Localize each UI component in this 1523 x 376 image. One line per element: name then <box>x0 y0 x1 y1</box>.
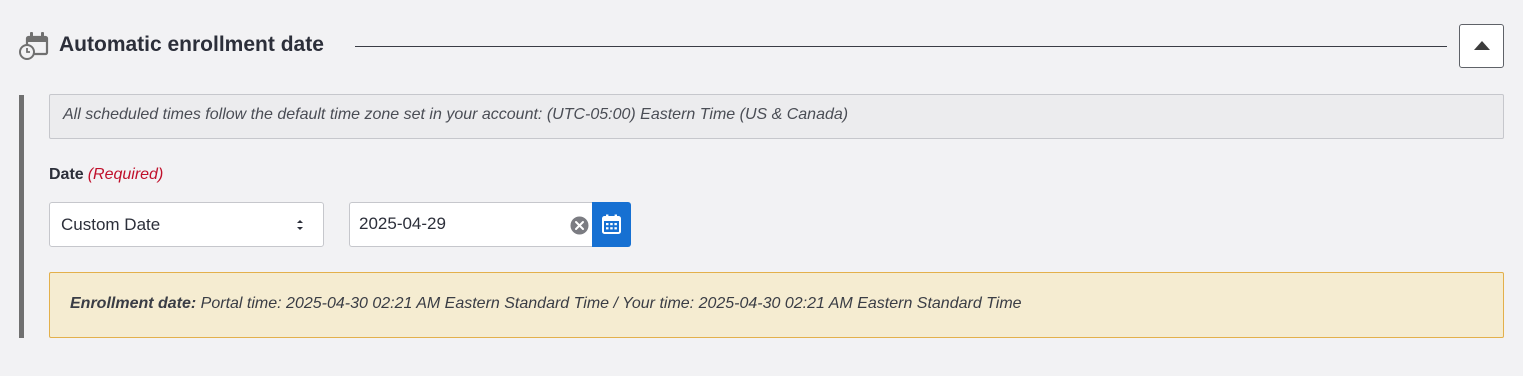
section-title: Automatic enrollment date <box>59 33 324 56</box>
enrollment-notice-text: Portal time: 2025-04-30 02:21 AM Eastern… <box>196 295 1022 312</box>
clear-circle-icon[interactable] <box>570 216 589 235</box>
date-picker-button[interactable] <box>592 202 631 247</box>
date-type-selected-value: Custom Date <box>61 215 161 234</box>
timezone-notice: All scheduled times follow the default t… <box>49 94 1504 139</box>
section-header: Automatic enrollment date <box>18 24 1506 70</box>
date-label: Date <box>49 166 84 183</box>
date-input[interactable]: 2025-04-29 <box>349 202 593 247</box>
required-indicator: (Required) <box>87 166 164 183</box>
select-arrows-icon <box>296 218 304 232</box>
enrollment-notice-lead: Enrollment date: <box>70 295 197 312</box>
date-input-value: 2025-04-29 <box>359 214 446 233</box>
date-field-label: Date (Required) <box>49 166 163 184</box>
calendar-icon <box>602 214 621 234</box>
collapse-section-button[interactable] <box>1459 24 1504 68</box>
date-type-select[interactable]: Custom Date <box>49 202 324 247</box>
header-divider <box>355 46 1447 47</box>
triangle-up-icon <box>1474 41 1490 50</box>
enrollment-date-notice: Enrollment date: Portal time: 2025-04-30… <box>49 272 1504 338</box>
automatic-enrollment-section: Automatic enrollment date All scheduled … <box>0 0 1523 376</box>
calendar-clock-icon <box>18 31 50 61</box>
section-left-bar <box>19 95 24 338</box>
